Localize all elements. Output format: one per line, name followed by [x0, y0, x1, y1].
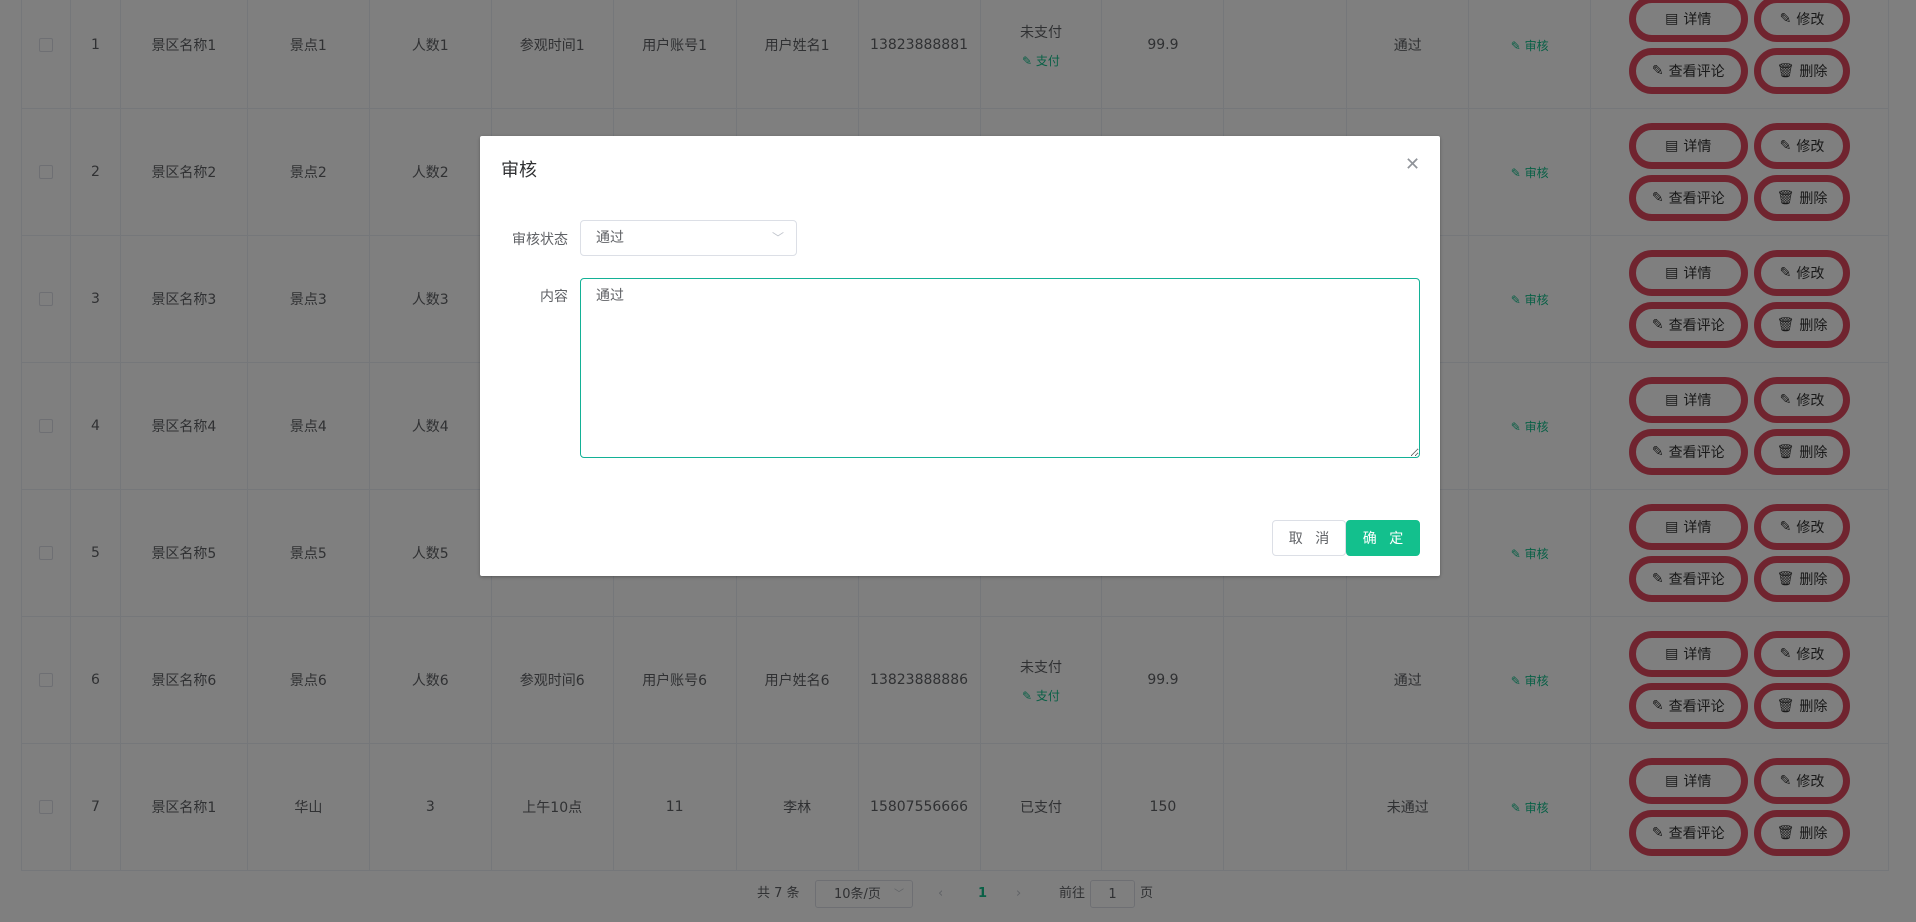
status-select[interactable]: 通过 ﹀	[580, 220, 797, 256]
content-textarea[interactable]	[580, 278, 1420, 458]
close-icon[interactable]: ✕	[1405, 154, 1420, 175]
cancel-button[interactable]: 取 消	[1272, 520, 1346, 556]
audit-dialog: 审核 ✕ 审核状态 通过 ﹀ 内容 取 消 确 定	[480, 136, 1440, 576]
status-value: 通过	[596, 230, 624, 246]
chevron-down-icon: ﹀	[771, 231, 784, 245]
confirm-button[interactable]: 确 定	[1346, 520, 1420, 556]
dialog-title: 审核	[501, 160, 537, 181]
content-label: 内容	[540, 289, 568, 305]
status-label: 审核状态	[512, 232, 568, 248]
